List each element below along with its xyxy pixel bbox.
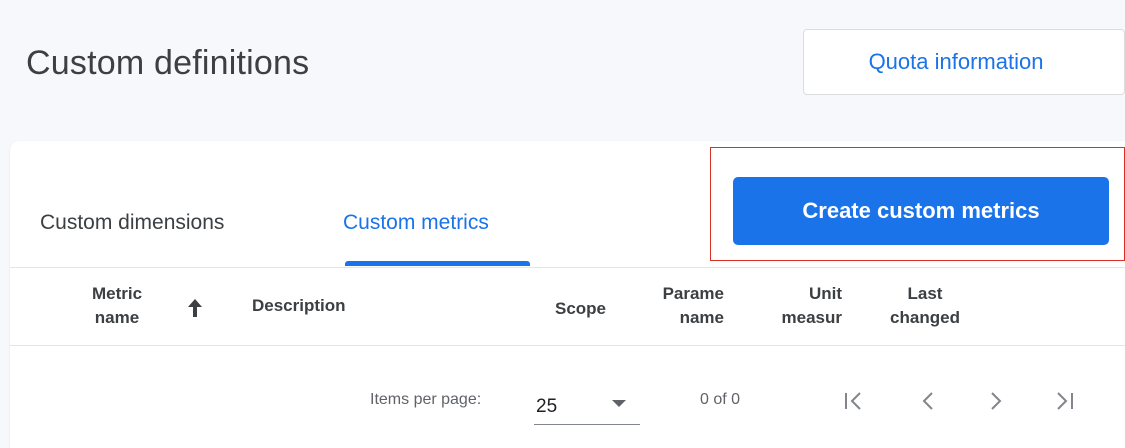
pagination-range: 0 of 0	[700, 391, 741, 408]
next-page-button[interactable]	[978, 383, 1014, 419]
first-page-button[interactable]	[836, 383, 872, 419]
last-page-icon	[1057, 392, 1073, 410]
column-header-description: Description	[252, 296, 346, 315]
tab-custom-dimensions[interactable]: Custom dimensions	[40, 211, 224, 235]
page-title: Custom definitions	[26, 44, 310, 82]
chevron-left-icon	[922, 392, 933, 410]
column-header-metric-name[interactable]: Metric name	[82, 282, 152, 330]
quota-information-button[interactable]: Quota information	[803, 29, 1125, 95]
table-top-divider	[10, 267, 1125, 268]
previous-page-button[interactable]	[910, 383, 946, 419]
column-header-unit-of-measurement: Unit measur	[781, 284, 842, 327]
table-header-divider	[10, 345, 1125, 346]
items-per-page-select[interactable]: 25	[534, 386, 640, 425]
column-header-parameter-name: Parame name	[662, 284, 724, 327]
items-per-page-value: 25	[536, 396, 558, 417]
arrow-up-icon[interactable]	[186, 297, 204, 319]
last-page-button[interactable]	[1046, 383, 1082, 419]
caret-down-icon	[612, 400, 626, 407]
quota-information-label: Quota information	[868, 49, 1044, 74]
column-header-last-changed: Last changed	[890, 284, 960, 327]
items-per-page-label: Items per page:	[370, 391, 482, 408]
create-custom-metrics-button[interactable]: Create custom metrics	[733, 177, 1109, 245]
column-header-scope: Scope	[555, 299, 607, 318]
create-custom-metrics-label: Create custom metrics	[802, 198, 1040, 223]
active-tab-indicator	[345, 261, 530, 266]
tab-custom-metrics[interactable]: Custom metrics	[343, 211, 489, 235]
first-page-icon	[845, 392, 861, 410]
chevron-right-icon	[991, 392, 1002, 410]
custom-definitions-card: Custom dimensions Custom metrics Create …	[10, 141, 1125, 448]
